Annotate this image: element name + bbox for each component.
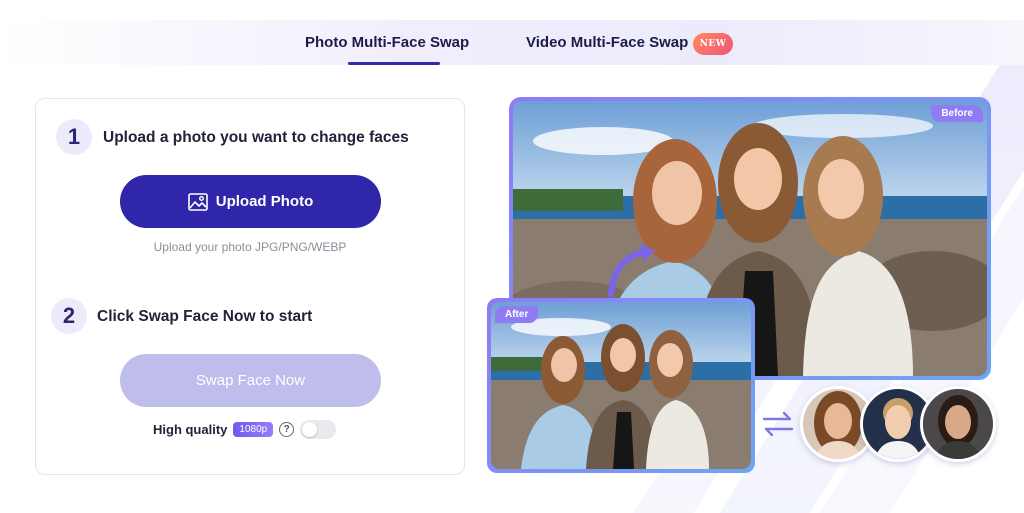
- upload-card: 1 Upload a photo you want to change face…: [35, 98, 465, 475]
- step-1-number: 1: [56, 119, 92, 155]
- high-quality-toggle[interactable]: [300, 419, 337, 439]
- tab-photo-multi-face-swap[interactable]: Photo Multi-Face Swap: [305, 34, 469, 51]
- image-icon: [187, 192, 208, 211]
- after-image-frame: After: [487, 298, 755, 473]
- active-tab-indicator: [348, 62, 440, 65]
- resolution-badge: 1080p: [233, 421, 274, 437]
- step-2-title: Click Swap Face Now to start: [97, 308, 313, 325]
- step-1-title: Upload a photo you want to change faces: [103, 129, 409, 146]
- step-2-number: 2: [51, 298, 87, 334]
- high-quality-label: High quality: [153, 421, 228, 437]
- upload-photo-label: Upload Photo: [215, 193, 314, 210]
- tabs-bar: Photo Multi-Face Swap Video Multi-Face S…: [0, 20, 1024, 65]
- curved-arrow-icon: [608, 243, 655, 297]
- face-thumbnail-3[interactable]: [920, 386, 996, 462]
- question-icon[interactable]: ?: [279, 421, 295, 437]
- after-photo: After: [491, 302, 751, 469]
- swap-face-now-button[interactable]: Swap Face Now: [120, 354, 381, 407]
- upload-photo-button[interactable]: Upload Photo: [120, 175, 381, 228]
- swap-arrows-icon: [762, 411, 794, 437]
- after-label: After: [495, 306, 539, 323]
- after-photo-illustration: [491, 302, 751, 469]
- quality-row: High quality 1080p ?: [153, 419, 337, 439]
- upload-format-hint: Upload your photo JPG/PNG/WEBP: [153, 240, 347, 254]
- before-label: Before: [931, 105, 983, 122]
- toggle-knob: [302, 421, 318, 437]
- tab-video-multi-face-swap[interactable]: Video Multi-Face Swap: [526, 34, 688, 51]
- new-badge: NEW: [693, 33, 733, 55]
- face-portrait-3: [923, 389, 993, 459]
- swap-face-now-label: Swap Face Now: [195, 372, 306, 389]
